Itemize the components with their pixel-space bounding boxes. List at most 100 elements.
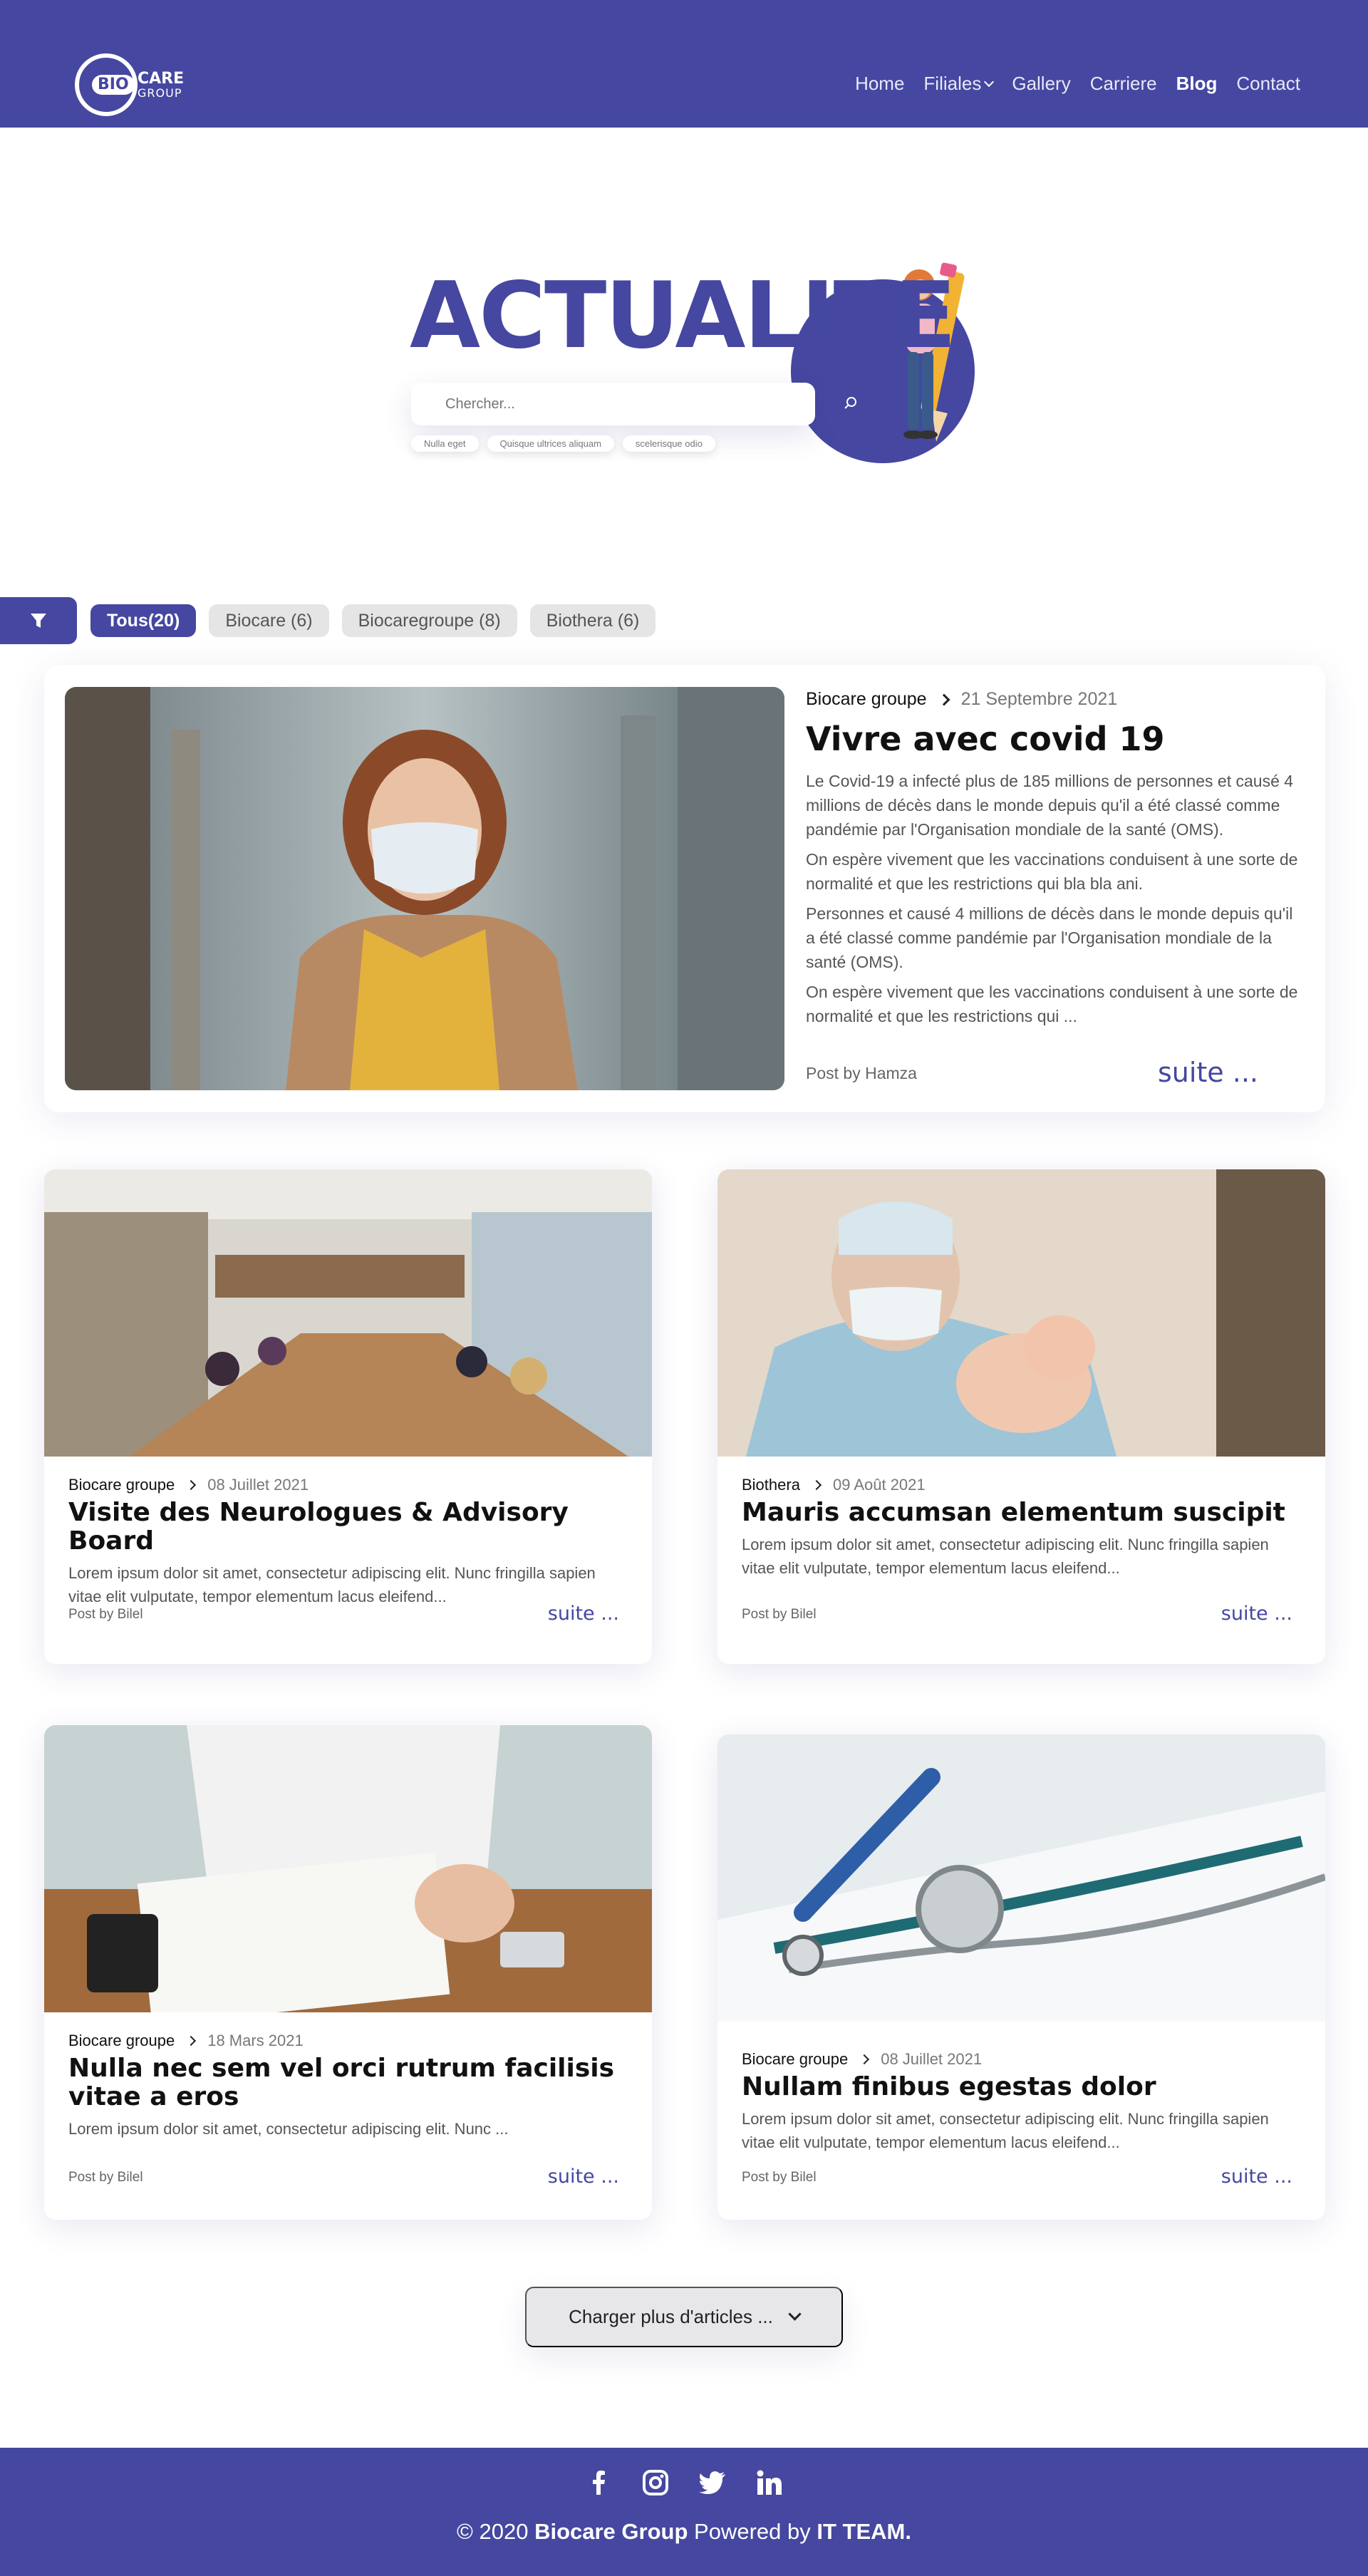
post-date: 21 Septembre 2021 [960,689,1118,709]
card-content: Biocare groupe 18 Mars 2021 Nulla nec se… [68,2032,628,2141]
search-icon [844,397,856,409]
card-image[interactable] [44,1725,652,2012]
nav-contact[interactable]: Contact [1236,73,1300,95]
post-card: Biocare groupe 08 Juillet 2021 Visite de… [44,1169,652,1664]
search-input[interactable] [411,383,815,425]
chevron-right-icon [859,2054,870,2065]
filter-biothera[interactable]: Biothera (6) [529,604,656,637]
post-title[interactable]: Vivre avec covid 19 [806,720,1305,759]
card-image[interactable] [717,1169,1325,1457]
filter-button[interactable] [0,597,77,644]
tag-chip[interactable]: Quisque ultrices aliquam [487,435,614,452]
read-more-link[interactable]: suite ... [1221,2166,1292,2188]
post-category[interactable]: Biocare groupe [742,2050,848,2069]
post-category[interactable]: Biocare groupe [68,2032,175,2050]
nav-carriere[interactable]: Carriere [1090,73,1157,95]
post-title[interactable]: Nullam finibus egestas dolor [742,2073,1301,2101]
post-author: Post by Bilel [68,2170,143,2185]
load-more-label: Charger plus d'articles ... [569,2306,773,2327]
nav-blog[interactable]: Blog [1176,73,1218,95]
stethoscope-photo [717,1734,1325,2022]
post-excerpt: Lorem ipsum dolor sit amet, consectetur … [68,1564,596,1605]
post-meta: Biocare groupe 08 Juillet 2021 [742,2050,1301,2069]
twitter-icon[interactable] [698,2468,727,2498]
post-title[interactable]: Visite des Neurologues & Advisory Board [68,1499,628,1556]
page-title: ACTUALITE [410,263,956,369]
post-excerpt: Lorem ipsum dolor sit amet, consectetur … [68,2120,509,2138]
site-header: BIO CARE GROUP Home Filiales Gallery Car… [0,0,1368,128]
read-more-link[interactable]: suite ... [1158,1057,1258,1088]
card-content: Biothera 09 Août 2021 Mauris accumsan el… [742,1476,1301,1580]
category-filters: Tous(20) Biocare (6) Biocaregroupe (8) B… [90,604,656,637]
search-button[interactable] [825,379,876,428]
card-content: Biocare groupe 08 Juillet 2021 Nullam fi… [742,2050,1301,2154]
filter-biocaregroupe[interactable]: Biocaregroupe (8) [341,604,517,637]
read-more-link[interactable]: suite ... [1221,1603,1292,1625]
linkedin-icon[interactable] [755,2468,784,2498]
featured-post: Biocare groupe 21 Septembre 2021 Vivre a… [44,665,1325,1112]
post-date: 08 Juillet 2021 [881,2050,983,2068]
post-date: 08 Juillet 2021 [207,1476,309,1494]
team-name: IT TEAM. [817,2519,911,2544]
chevron-down-icon [788,2307,802,2321]
post-meta: Biocare groupe 18 Mars 2021 [68,2032,628,2050]
chevron-right-icon [938,693,950,705]
featured-content: Biocare groupe 21 Septembre 2021 Vivre a… [806,689,1305,1034]
nav-gallery[interactable]: Gallery [1012,73,1070,95]
card-image[interactable] [717,1734,1325,2022]
facebook-icon[interactable] [584,2468,613,2498]
post-card: Biocare groupe 18 Mars 2021 Nulla nec se… [44,1725,652,2220]
post-card: Biocare groupe 08 Juillet 2021 Nullam fi… [717,1734,1325,2220]
post-category[interactable]: Biocare groupe [806,689,927,710]
post-meta: Biothera 09 Août 2021 [742,1476,1301,1494]
card-content: Biocare groupe 08 Juillet 2021 Visite de… [68,1476,628,1608]
nav-home[interactable]: Home [855,73,904,95]
nav-filiales[interactable]: Filiales [923,73,995,95]
card-image[interactable] [44,1169,652,1457]
post-excerpt: Le Covid-19 a infecté plus de 185 millio… [806,772,1298,1026]
social-links [0,2468,1368,2498]
post-date: 09 Août 2021 [832,1476,926,1494]
post-card: Biothera 09 Août 2021 Mauris accumsan el… [717,1169,1325,1664]
site-footer: © 2020 Biocare Group Powered by IT TEAM. [0,2448,1368,2576]
post-author: Post by Hamza [806,1064,917,1082]
newborn-baby-photo [717,1169,1325,1457]
featured-image[interactable] [65,687,784,1090]
conference-room-photo [44,1169,652,1457]
search-field[interactable] [411,383,815,425]
search-tags: Nulla eget Quisque ultrices aliquam scel… [411,435,715,452]
load-more-button[interactable]: Charger plus d'articles ... [525,2287,843,2347]
post-author: Post by Bilel [68,1607,143,1622]
tag-chip[interactable]: Nulla eget [411,435,479,452]
logo-bio: BIO [92,75,135,95]
post-excerpt: Lorem ipsum dolor sit amet, consectetur … [742,2110,1269,2151]
read-more-link[interactable]: suite ... [548,2166,619,2188]
post-category[interactable]: Biocare groupe [68,1476,175,1494]
main-nav: Home Filiales Gallery Carriere Blog Cont… [855,73,1300,95]
post-title[interactable]: Mauris accumsan elementum suscipit [742,1499,1301,1527]
chevron-down-icon [984,76,995,87]
woman-with-mask-photo [65,687,784,1090]
chevron-right-icon [186,1479,197,1491]
copyright-text: © 2020 Biocare Group Powered by IT TEAM. [457,2519,911,2544]
post-author: Post by Bilel [742,2170,817,2185]
post-category[interactable]: Biothera [742,1476,800,1494]
post-title[interactable]: Nulla nec sem vel orci rutrum facilisis … [68,2054,628,2111]
company-name: Biocare Group [534,2519,688,2544]
post-meta: Biocare groupe 08 Juillet 2021 [68,1476,628,1494]
post-author: Post by Bilel [742,1607,817,1622]
biocare-logo[interactable]: BIO CARE GROUP [75,52,200,118]
logo-wordmark: CARE GROUP [138,70,185,100]
read-more-link[interactable]: suite ... [548,1603,619,1625]
chevron-right-icon [811,1479,822,1491]
chevron-right-icon [186,2035,197,2047]
post-meta: Biocare groupe 21 Septembre 2021 [806,689,1305,710]
filter-icon [31,614,46,628]
post-date: 18 Mars 2021 [207,2032,304,2049]
filter-tous[interactable]: Tous(20) [90,604,197,637]
tag-chip[interactable]: scelerisque odio [622,435,715,452]
instagram-icon[interactable] [641,2468,670,2498]
filter-biocare[interactable]: Biocare (6) [209,604,329,637]
post-excerpt: Lorem ipsum dolor sit amet, consectetur … [742,1536,1269,1577]
doctor-writing-photo [44,1725,652,2012]
